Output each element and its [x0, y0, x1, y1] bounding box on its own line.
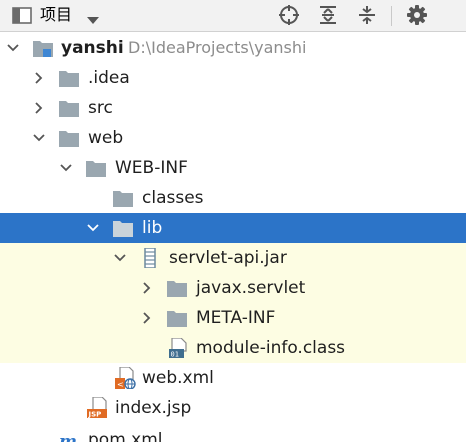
tree-row-label: WEB-INF: [115, 158, 188, 178]
tree-row-classes[interactable]: classes: [0, 183, 466, 213]
tree-row-label: web: [88, 128, 124, 148]
chevron-right-icon[interactable]: [141, 282, 153, 294]
jar-icon: [144, 248, 156, 268]
folder-icon: [113, 221, 133, 237]
tree-row-label: javax.servlet: [196, 278, 306, 298]
web-xml-icon: <: [115, 367, 136, 389]
tree-row-pom-xml[interactable]: m pom.xml: [0, 423, 466, 442]
tree-row-index-jsp[interactable]: JSP index.jsp: [0, 393, 466, 423]
svg-text:m: m: [59, 432, 77, 442]
svg-text:JSP: JSP: [88, 411, 102, 419]
chevron-right-icon[interactable]: [33, 102, 45, 114]
tree-row-label: .idea: [88, 68, 130, 88]
view-label: 项目: [40, 5, 73, 24]
tree-row-label: servlet-api.jar: [169, 248, 287, 268]
folder-icon: [59, 131, 79, 147]
chevron-right-icon[interactable]: [33, 72, 45, 84]
project-view-icon: [12, 6, 32, 24]
jsp-icon: JSP: [87, 397, 107, 419]
tree-row-label: index.jsp: [115, 398, 192, 418]
gear-icon[interactable]: [405, 3, 429, 27]
tree-row-src[interactable]: src: [0, 93, 466, 123]
chevron-down-icon[interactable]: [7, 42, 19, 54]
folder-icon: [113, 191, 133, 207]
tree-row-label: META-INF: [196, 308, 276, 328]
chevron-down-icon[interactable]: [33, 132, 45, 144]
toolbar-separator: [391, 6, 392, 26]
tree-row-label: src: [88, 98, 113, 118]
tree-row-label: module-info.class: [196, 338, 346, 358]
locate-crosshair-icon[interactable]: [277, 3, 301, 27]
tree-row-label: web.xml: [142, 368, 214, 388]
tree-row-module-info-class[interactable]: 01 module-info.class: [0, 333, 466, 363]
folder-icon: [59, 101, 79, 117]
class-file-icon: 01: [169, 338, 187, 359]
expand-all-icon[interactable]: [316, 3, 340, 27]
module-folder-icon: [33, 41, 53, 57]
tree-row-javax-servlet[interactable]: javax.servlet: [0, 273, 466, 303]
tree-row-label: yanshi: [61, 38, 124, 58]
tree-row-servlet-api-jar[interactable]: servlet-api.jar: [0, 243, 466, 273]
chevron-down-icon[interactable]: [87, 222, 99, 234]
tree-row-idea[interactable]: .idea: [0, 63, 466, 93]
folder-icon: [167, 281, 187, 297]
project-tree: yanshi D:\IdeaProjects\yanshi .idea src …: [0, 33, 466, 442]
collapse-all-icon[interactable]: [355, 3, 379, 27]
svg-text:<: <: [117, 380, 124, 389]
tree-row-label: pom.xml: [88, 430, 163, 442]
project-view-selector[interactable]: 项目: [12, 3, 100, 27]
tree-row-meta-inf[interactable]: META-INF: [0, 303, 466, 333]
tree-row-web-inf[interactable]: WEB-INF: [0, 153, 466, 183]
tree-row-web-xml[interactable]: < web.xml: [0, 363, 466, 393]
tree-row-web[interactable]: web: [0, 123, 466, 153]
folder-icon: [86, 161, 106, 177]
chevron-down-icon[interactable]: [86, 10, 100, 24]
folder-icon: [59, 71, 79, 87]
chevron-down-icon[interactable]: [60, 162, 72, 174]
folder-icon: [167, 311, 187, 327]
project-path-hint: D:\IdeaProjects\yanshi: [128, 38, 307, 57]
tree-row-label: classes: [142, 188, 204, 208]
tree-row-label: lib: [142, 218, 163, 238]
tree-row-yanshi[interactable]: yanshi D:\IdeaProjects\yanshi: [0, 33, 466, 63]
chevron-right-icon[interactable]: [141, 312, 153, 324]
chevron-down-icon[interactable]: [114, 252, 126, 264]
maven-pom-icon: m: [59, 432, 77, 442]
project-toolbar: 项目: [0, 0, 466, 32]
svg-text:01: 01: [171, 351, 179, 359]
tree-row-lib[interactable]: lib: [0, 213, 466, 243]
